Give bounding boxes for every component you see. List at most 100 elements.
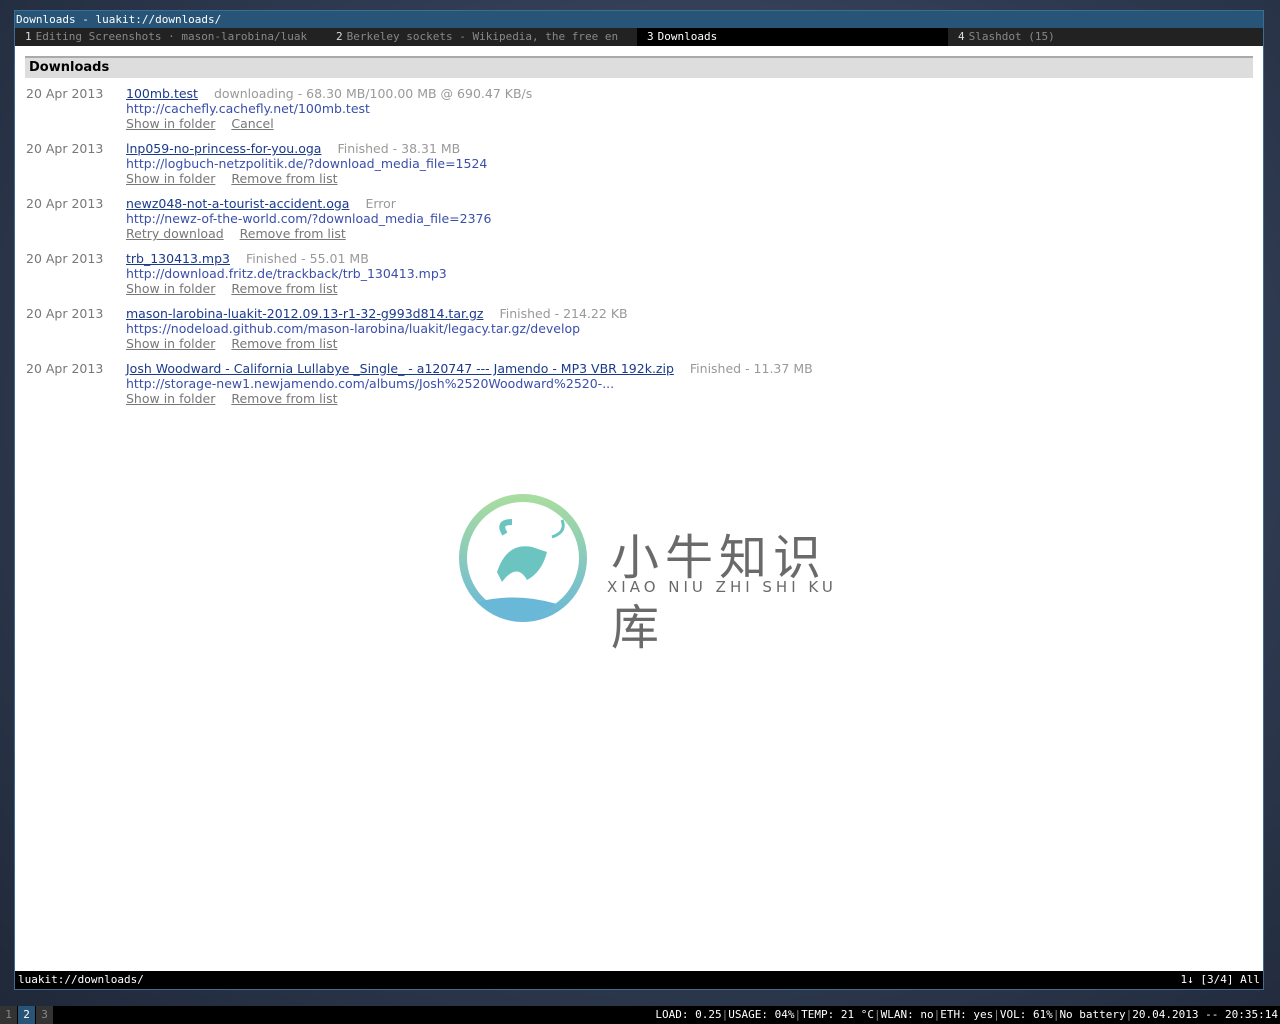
download-item: 20 Apr 2013 mason-larobina-luakit-2012.0… [26,306,1263,351]
download-date: 20 Apr 2013 [26,141,104,156]
download-header: lnp059-no-princess-for-you.oga Finished -… [126,141,1263,156]
tab-bar: 1 Editing Screenshots · mason-larobina/lu… [15,28,1263,46]
download-item: 20 Apr 2013 100mb.test downloading - 68.3… [26,86,1263,131]
status-bar: luakit://downloads/ 1↓ [3/4] All [15,971,1263,989]
separator: | [873,1008,881,1021]
sysinfo-item: VOL: 61% [999,1008,1053,1021]
status-url: luakit://downloads/ [18,973,144,986]
sysinfo-item: TEMP: 21 °C [801,1008,874,1021]
download-item: 20 Apr 2013 lnp059-no-princess-for-you.o… [26,141,1263,186]
page-title: Downloads [25,56,1253,78]
download-actions: Show in folder Remove from list [126,336,1263,351]
tab-number: 3 [647,30,654,43]
download-details: newz048-not-a-tourist-accident.oga Error … [126,196,1263,241]
download-header: Josh Woodward - California Lullabye _Sin… [126,361,1263,376]
tab-number: 1 [25,30,32,43]
scroll-position: 1↓ [3/4] All [1180,973,1260,986]
cancel-link[interactable]: Cancel [231,116,273,131]
remove-from-list-link[interactable]: Remove from list [231,281,337,296]
download-status: downloading - 68.30 MB/100.00 MB @ 690.4… [213,86,533,101]
download-status: Finished - 214.22 KB [499,306,628,321]
tab-4[interactable]: 4 Slashdot (15) [948,28,1259,46]
download-actions: Show in folder Remove from list [126,281,1263,296]
sysinfo-item: No battery [1059,1008,1126,1021]
download-filename-link[interactable]: Josh Woodward - California Lullabye _Sin… [126,361,674,376]
window-title: Downloads - luakit://downloads/ [15,11,1263,28]
bull-logo-icon [459,494,587,622]
download-header: trb_130413.mp3 Finished - 55.01 MB [126,251,1263,266]
system-info: LOAD: 0.25|USAGE: 04%|TEMP: 21 °C|WLAN: … [655,1006,1278,1024]
download-details: lnp059-no-princess-for-you.oga Finished -… [126,141,1263,186]
tab-label: Berkeley sockets - Wikipedia, the free e… [346,30,619,43]
remove-from-list-link[interactable]: Remove from list [231,391,337,406]
download-url: http://download.fritz.de/trackback/trb_1… [126,266,447,281]
show-in-folder-link[interactable]: Show in folder [126,391,215,406]
download-date: 20 Apr 2013 [26,196,104,211]
sysinfo-item: ETH: yes [940,1008,994,1021]
watermark: 小牛知识库 XIAO NIU ZHI SHI KU [445,486,865,656]
download-status: Finished - 55.01 MB [245,251,369,266]
download-date: 20 Apr 2013 [26,86,104,101]
download-actions: Retry download Remove from list [126,226,1263,241]
remove-from-list-link[interactable]: Remove from list [240,226,346,241]
sysinfo-item: LOAD: 0.25 [655,1008,722,1021]
tab-label: Slashdot (15) [968,30,1055,43]
retry-download-link[interactable]: Retry download [126,226,224,241]
download-actions: Show in folder Remove from list [126,391,1263,406]
tab-3[interactable]: 3 Downloads [637,28,948,46]
download-status: Finished - 38.31 MB [337,141,461,156]
download-item: 20 Apr 2013 newz048-not-a-tourist-accide… [26,196,1263,241]
download-filename-link[interactable]: lnp059-no-princess-for-you.oga [126,141,321,156]
download-details: trb_130413.mp3 Finished - 55.01 MB http:/… [126,251,1263,296]
download-date: 20 Apr 2013 [26,361,104,376]
download-status: Error [365,196,396,211]
separator: | [993,1008,1000,1021]
download-details: 100mb.test downloading - 68.30 MB/100.00 … [126,86,1263,131]
tab-label: Downloads [657,30,718,43]
download-status: Finished - 11.37 MB [689,361,813,376]
watermark-subtitle: XIAO NIU ZHI SHI KU [607,578,837,596]
tab-number: 4 [958,30,965,43]
download-url: http://newz-of-the-world.com/?download_m… [126,211,492,226]
download-actions: Show in folder Cancel [126,116,1263,131]
remove-from-list-link[interactable]: Remove from list [231,336,337,351]
download-details: Josh Woodward - California Lullabye _Sin… [126,361,1263,406]
sysinfo-item: WLAN: no [880,1008,934,1021]
tab-2[interactable]: 2 Berkeley sockets - Wikipedia, the free … [326,28,637,46]
download-url: http://logbuch-netzpolitik.de/?download_… [126,156,488,171]
workspace-tag-2[interactable]: 2 [18,1006,35,1024]
download-header: 100mb.test downloading - 68.30 MB/100.00 … [126,86,1263,101]
tab-1[interactable]: 1 Editing Screenshots · mason-larobina/lu… [15,28,326,46]
download-url: http://cachefly.cachefly.net/100mb.test [126,101,370,116]
tab-number: 2 [336,30,343,43]
downloads-list: 20 Apr 2013 100mb.test downloading - 68.3… [15,86,1263,406]
page-content: Downloads 20 Apr 2013 100mb.test download… [15,46,1263,971]
tab-label: Editing Screenshots · mason-larobina/lua… [35,30,308,43]
sysinfo-item: USAGE: 04% [728,1008,795,1021]
show-in-folder-link[interactable]: Show in folder [126,281,215,296]
download-filename-link[interactable]: mason-larobina-luakit-2012.09.13-r1-32-g… [126,306,483,321]
download-actions: Show in folder Remove from list [126,171,1263,186]
download-url: http://storage-new1.newjamendo.com/album… [126,376,615,391]
workspace-tag-3[interactable]: 3 [36,1006,53,1024]
sysinfo-item: 20.04.2013 -- 20:35:14 [1132,1008,1278,1021]
download-details: mason-larobina-luakit-2012.09.13-r1-32-g… [126,306,1263,351]
show-in-folder-link[interactable]: Show in folder [126,116,215,131]
remove-from-list-link[interactable]: Remove from list [231,171,337,186]
workspace-tag-1[interactable]: 1 [0,1006,17,1024]
download-filename-link[interactable]: 100mb.test [126,86,198,101]
workspace-tags: 1 2 3 [0,1006,54,1024]
download-date: 20 Apr 2013 [26,251,104,266]
download-item: 20 Apr 2013 Josh Woodward - California L… [26,361,1263,406]
download-header: mason-larobina-luakit-2012.09.13-r1-32-g… [126,306,1263,321]
download-header: newz048-not-a-tourist-accident.oga Error [126,196,1263,211]
browser-window: Downloads - luakit://downloads/ 1 Editing… [14,10,1264,990]
show-in-folder-link[interactable]: Show in folder [126,336,215,351]
download-date: 20 Apr 2013 [26,306,104,321]
download-filename-link[interactable]: newz048-not-a-tourist-accident.oga [126,196,349,211]
download-url: https://nodeload.github.com/mason-larobi… [126,321,581,336]
download-item: 20 Apr 2013 trb_130413.mp3 Finished - 55.… [26,251,1263,296]
download-filename-link[interactable]: trb_130413.mp3 [126,251,230,266]
wm-panel: 1 2 3 LOAD: 0.25|USAGE: 04%|TEMP: 21 °C|… [0,1006,1280,1024]
show-in-folder-link[interactable]: Show in folder [126,171,215,186]
